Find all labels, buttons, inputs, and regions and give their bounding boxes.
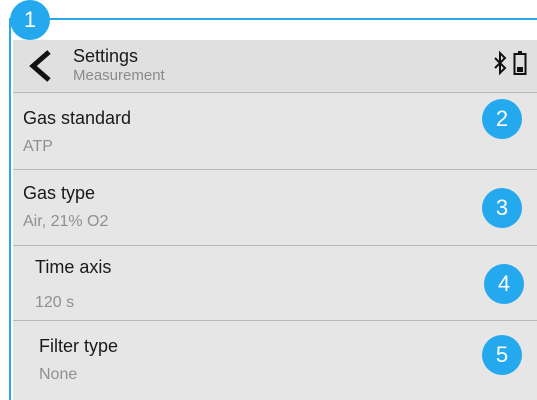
list-item-time-axis[interactable]: Time axis 120 s 4 xyxy=(13,246,537,322)
header-bar: Settings Measurement xyxy=(13,40,537,92)
annotation-badge-1: 1 xyxy=(10,0,50,40)
gas-type-label: Gas type xyxy=(23,183,96,203)
settings-screen: Settings Measurement Gas standard ATP 2 … xyxy=(13,40,537,400)
annotation-badge-2: 2 xyxy=(482,99,522,139)
list-item-gas-standard[interactable]: Gas standard ATP 2 xyxy=(13,93,537,169)
bluetooth-icon xyxy=(494,50,507,76)
list-item-gas-type[interactable]: Gas type Air, 21% O2 3 xyxy=(13,170,537,246)
time-axis-value: 120 s xyxy=(35,294,75,311)
time-axis-label: Time axis xyxy=(35,257,112,277)
gas-standard-label: Gas standard xyxy=(23,108,132,128)
filter-type-label: Filter type xyxy=(39,336,119,356)
filter-type-value: None xyxy=(39,366,78,383)
list-item-filter-type[interactable]: Filter type None 5 xyxy=(13,321,537,397)
annotation-badge-4: 4 xyxy=(484,264,524,304)
gas-standard-value: ATP xyxy=(23,138,53,155)
annotation-badge-5: 5 xyxy=(482,335,522,375)
page-title: Settings xyxy=(73,46,139,66)
page-subtitle: Measurement xyxy=(73,67,165,84)
chevron-left-icon[interactable] xyxy=(27,48,53,84)
gas-type-value: Air, 21% O2 xyxy=(23,213,109,230)
battery-icon xyxy=(513,51,527,75)
annotation-badge-3: 3 xyxy=(482,188,522,228)
